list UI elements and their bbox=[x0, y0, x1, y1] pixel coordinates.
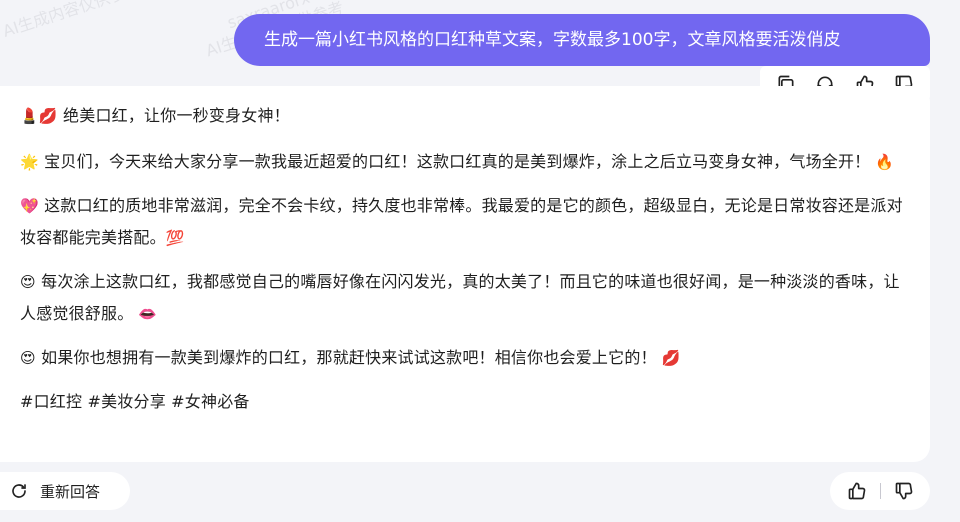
regenerate-button[interactable]: 重新回答 bbox=[0, 472, 130, 510]
divider bbox=[879, 483, 881, 499]
answer-paragraph: 😍 如果你也想拥有一款美到爆炸的口红，那就赶快来试试这款吧！相信你也会爱上它的！… bbox=[20, 342, 910, 374]
paragraph-text: 绝美口红，让你一秒变身女神！ bbox=[57, 106, 290, 125]
paragraph-text: 如果你也想拥有一款美到爆炸的口红，那就赶快来试试这款吧！相信你也会爱上它的！ bbox=[35, 348, 657, 367]
regenerate-label: 重新回答 bbox=[40, 482, 101, 501]
thumbs-up-icon bbox=[848, 482, 865, 500]
user-message-bubble: 生成一篇小红书风格的口红种草文案，字数最多100字，文章风格要活泼俏皮 bbox=[234, 14, 930, 66]
answer-card: 💄💋 绝美口红，让你一秒变身女神！ 🌟 宝贝们，今天来给大家分享一款我最近超爱的… bbox=[0, 86, 930, 462]
heart-emoji: 💖 bbox=[20, 197, 39, 215]
star-emoji: 🌟 bbox=[20, 153, 39, 171]
lips-emoji: 👄 bbox=[133, 305, 158, 323]
lipstick-emoji: 💄💋 bbox=[20, 107, 58, 125]
feedback-bar bbox=[830, 472, 930, 510]
like-button[interactable] bbox=[844, 478, 870, 504]
paragraph-text: 宝贝们，今天来给大家分享一款我最近超爱的口红！这款口红真的是美到爆炸，涂上之后立… bbox=[38, 152, 871, 171]
dislike-button[interactable] bbox=[891, 478, 917, 504]
heart-eyes-emoji: 😍 bbox=[20, 273, 36, 291]
answer-paragraph: 💖 这款口红的质地非常滋润，完全不会卡纹，持久度也非常棒。我最爱的是它的颜色，超… bbox=[20, 190, 910, 254]
hundred-emoji: 💯 bbox=[165, 229, 185, 247]
fire-emoji: 🔥 bbox=[870, 153, 895, 171]
thumbs-down-icon bbox=[895, 482, 912, 500]
answer-paragraph: 🌟 宝贝们，今天来给大家分享一款我最近超爱的口红！这款口红真的是美到爆炸，涂上之… bbox=[20, 146, 910, 178]
answer-paragraph: 😍 每次涂上这款口红，我都感觉自己的嘴唇好像在闪闪发光，真的太美了！而且它的味道… bbox=[20, 266, 910, 330]
kiss-emoji: 💋 bbox=[656, 349, 681, 367]
paragraph-text: 这款口红的质地非常滋润，完全不会卡纹，持久度也非常棒。我最爱的是它的颜色，超级显… bbox=[20, 196, 903, 247]
heart-eyes-emoji: 😍 bbox=[20, 349, 36, 367]
watermark: AI生成内容仅供参考 bbox=[0, 0, 143, 41]
answer-paragraph: 💄💋 绝美口红，让你一秒变身女神！ bbox=[20, 100, 910, 132]
hashtags: #口红控 #美妆分享 #女神必备 bbox=[20, 392, 250, 411]
refresh-icon bbox=[12, 484, 26, 498]
user-message-text: 生成一篇小红书风格的口红种草文案，字数最多100字，文章风格要活泼俏皮 bbox=[264, 30, 841, 50]
